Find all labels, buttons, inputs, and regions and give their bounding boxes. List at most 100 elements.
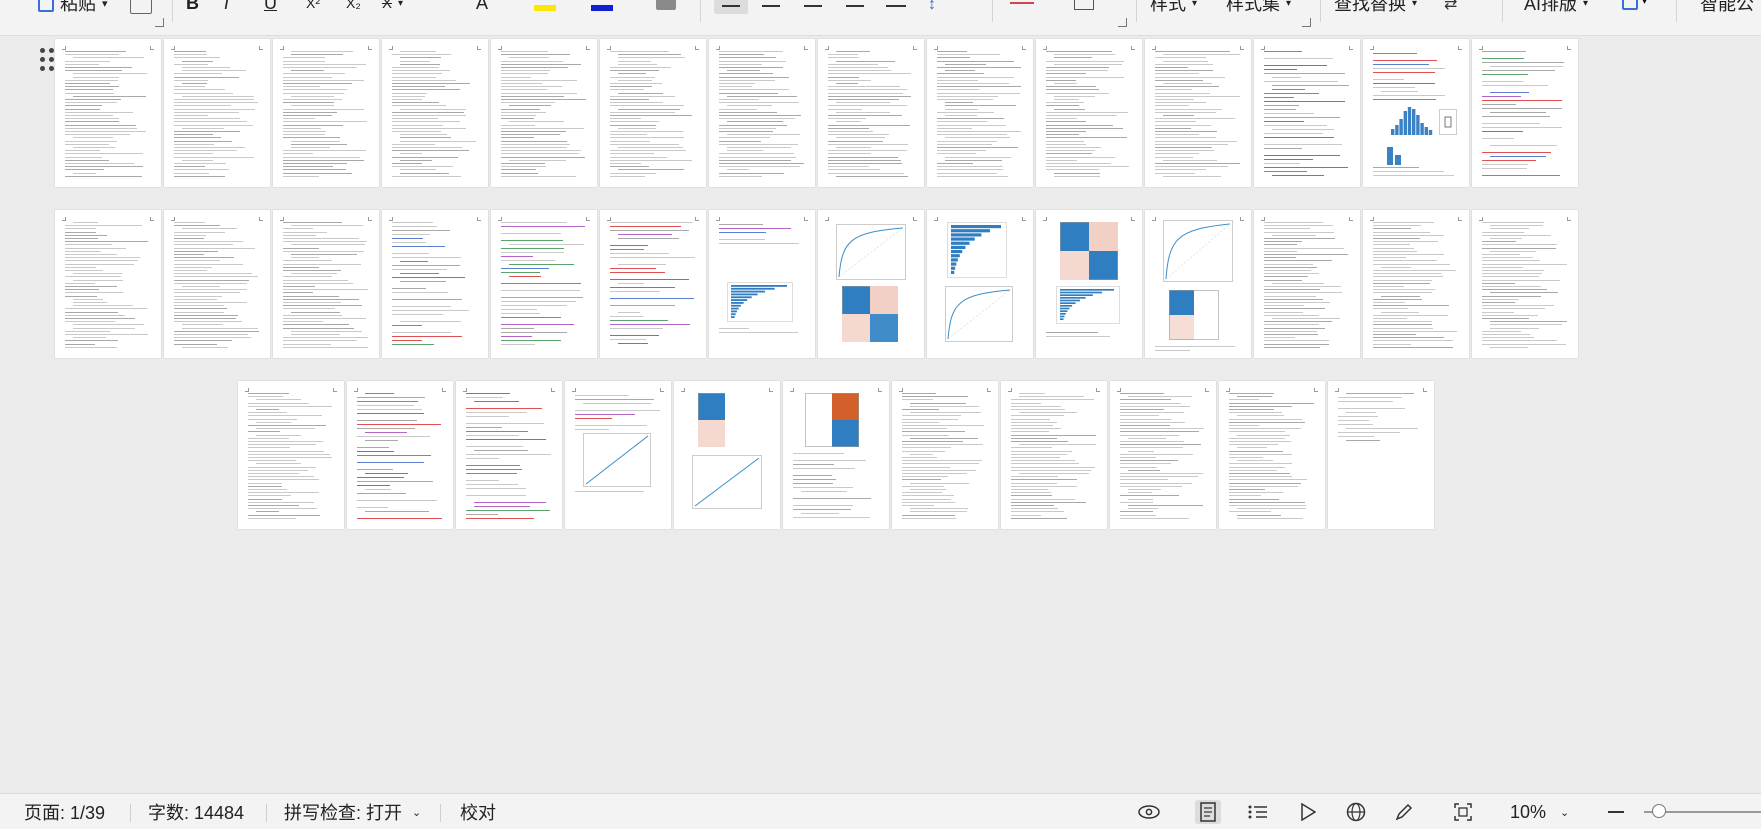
page-thumbnail[interactable] xyxy=(783,381,889,529)
page-thumbnail[interactable] xyxy=(273,210,379,358)
paragraph-dialog-launcher-icon[interactable] xyxy=(1118,18,1127,27)
web-view-icon[interactable] xyxy=(1343,800,1369,824)
bold-button[interactable]: B xyxy=(186,0,199,16)
justify-icon xyxy=(846,5,864,7)
align-center-button[interactable] xyxy=(758,0,784,14)
paste-button[interactable]: 粘贴 ▾ xyxy=(38,0,108,16)
page-thumbnail[interactable] xyxy=(927,210,1033,358)
page-thumbnail[interactable] xyxy=(709,39,815,187)
strikethrough-icon: X xyxy=(382,0,393,12)
word-count[interactable]: 字数: 14484 xyxy=(148,794,244,829)
page-thumbnail[interactable] xyxy=(55,210,161,358)
clipboard-dialog-launcher-icon[interactable] xyxy=(155,18,164,27)
style-dialog-launcher-icon[interactable] xyxy=(1302,18,1311,27)
zoom-level-dropdown[interactable]: 10% ⌄ xyxy=(1510,794,1569,829)
page-thumbnail[interactable] xyxy=(1036,210,1142,358)
page-thumbnail[interactable] xyxy=(1472,39,1578,187)
dropdown-arrow-icon: ▾ xyxy=(1412,0,1418,9)
italic-button[interactable]: I xyxy=(224,0,229,16)
page-thumbnail[interactable] xyxy=(491,210,597,358)
smart-tools-button[interactable]: 智能公 xyxy=(1700,0,1754,16)
style-set-button[interactable]: 样式集 ▾ xyxy=(1226,0,1291,16)
play-icon[interactable] xyxy=(1295,800,1321,824)
page-thumbnail[interactable] xyxy=(600,210,706,358)
superscript-button[interactable]: X² xyxy=(306,0,320,16)
zoom-slider[interactable] xyxy=(1644,804,1761,818)
status-bar: 页面: 1/39 字数: 14484 拼写检查: 打开 ⌄ 校对 10% ⌄ xyxy=(0,793,1761,829)
page-thumbnail[interactable] xyxy=(1145,39,1251,187)
fit-page-icon[interactable] xyxy=(1450,800,1476,824)
reading-mode-icon[interactable] xyxy=(1136,800,1162,824)
select-button[interactable]: ⇄ xyxy=(1444,0,1478,13)
clipboard-icon xyxy=(38,0,54,12)
page-thumbnail[interactable] xyxy=(491,39,597,187)
find-replace-label: 查找替换 xyxy=(1334,0,1406,14)
page-thumbnail[interactable] xyxy=(709,210,815,358)
shading-button[interactable] xyxy=(1074,0,1094,10)
subscript-button[interactable]: X₂ xyxy=(346,0,361,16)
ai-layout-button[interactable]: AI排版 ▾ xyxy=(1524,0,1588,16)
zoom-level-label: 10% xyxy=(1510,801,1547,822)
align-left-button[interactable] xyxy=(714,0,748,14)
page-thumbnail[interactable] xyxy=(1328,381,1434,529)
page-thumbnail[interactable] xyxy=(1254,39,1360,187)
page-view-icon[interactable] xyxy=(1195,800,1221,824)
proofread-button[interactable]: 校对 xyxy=(460,794,496,829)
page-thumbnail[interactable] xyxy=(238,381,344,529)
page-thumbnail[interactable] xyxy=(382,210,488,358)
ai-tool-icon xyxy=(1622,0,1638,10)
distributed-button[interactable] xyxy=(882,0,910,14)
page-thumbnail[interactable] xyxy=(456,381,562,529)
find-replace-button[interactable]: 查找替换 ▾ xyxy=(1334,0,1417,16)
dropdown-arrow-icon: ▾ xyxy=(1286,0,1292,9)
page-indicator[interactable]: 页面: 1/39 xyxy=(24,794,105,829)
page-thumbnail[interactable] xyxy=(1036,39,1142,187)
border-icon xyxy=(1010,2,1034,4)
page-thumbnail[interactable] xyxy=(1001,381,1107,529)
line-spacing-icon: ↕ xyxy=(928,0,936,13)
pen-icon[interactable] xyxy=(1391,800,1417,824)
dropdown-arrow-icon: ▾ xyxy=(1583,0,1589,9)
justify-button[interactable] xyxy=(842,0,868,14)
page-thumbnail[interactable] xyxy=(1363,210,1469,358)
dropdown-arrow-icon: ▾ xyxy=(102,0,108,10)
align-right-button[interactable] xyxy=(800,0,826,14)
document-canvas[interactable] xyxy=(0,36,1761,793)
page-thumbnail[interactable] xyxy=(674,381,780,529)
line-spacing-button[interactable]: ↕ xyxy=(928,0,958,16)
page-thumbnail[interactable] xyxy=(818,39,924,187)
page-thumbnail[interactable] xyxy=(164,210,270,358)
zoom-out-icon[interactable] xyxy=(1603,800,1629,824)
borders-button[interactable] xyxy=(1010,0,1042,12)
page-thumbnail[interactable] xyxy=(892,381,998,529)
strikethrough-button[interactable]: X ▾ xyxy=(382,0,403,16)
style-button[interactable]: 样式 ▾ xyxy=(1150,0,1197,16)
align-right-icon xyxy=(804,5,822,7)
page-thumbnail[interactable] xyxy=(1145,210,1251,358)
zoom-slider-thumb[interactable] xyxy=(1652,804,1666,818)
underline-button[interactable]: U xyxy=(264,0,277,16)
page-thumbnail[interactable] xyxy=(927,39,1033,187)
spell-check-toggle[interactable]: 拼写检查: 打开 ⌄ xyxy=(284,794,421,829)
page-thumbnail[interactable] xyxy=(164,39,270,187)
text-effect-button[interactable]: A xyxy=(476,0,488,16)
clear-format-button[interactable] xyxy=(656,0,676,10)
chevron-down-icon: ⌄ xyxy=(412,806,422,819)
ai-tool-button[interactable]: ▾ xyxy=(1620,0,1648,14)
page-thumbnail[interactable] xyxy=(1110,381,1216,529)
page-thumbnail[interactable] xyxy=(347,381,453,529)
highlight-button[interactable] xyxy=(534,2,560,12)
page-thumbnail[interactable] xyxy=(1254,210,1360,358)
outline-view-icon[interactable] xyxy=(1245,800,1271,824)
copy-format-icon[interactable] xyxy=(130,0,152,14)
page-thumbnail[interactable] xyxy=(565,381,671,529)
page-thumbnail[interactable] xyxy=(273,39,379,187)
page-thumbnail[interactable] xyxy=(1363,39,1469,187)
font-color-button[interactable] xyxy=(591,2,617,12)
page-thumbnail[interactable] xyxy=(1472,210,1578,358)
page-thumbnail[interactable] xyxy=(55,39,161,187)
page-thumbnail[interactable] xyxy=(600,39,706,187)
page-thumbnail[interactable] xyxy=(1219,381,1325,529)
page-thumbnail[interactable] xyxy=(382,39,488,187)
page-thumbnail[interactable] xyxy=(818,210,924,358)
